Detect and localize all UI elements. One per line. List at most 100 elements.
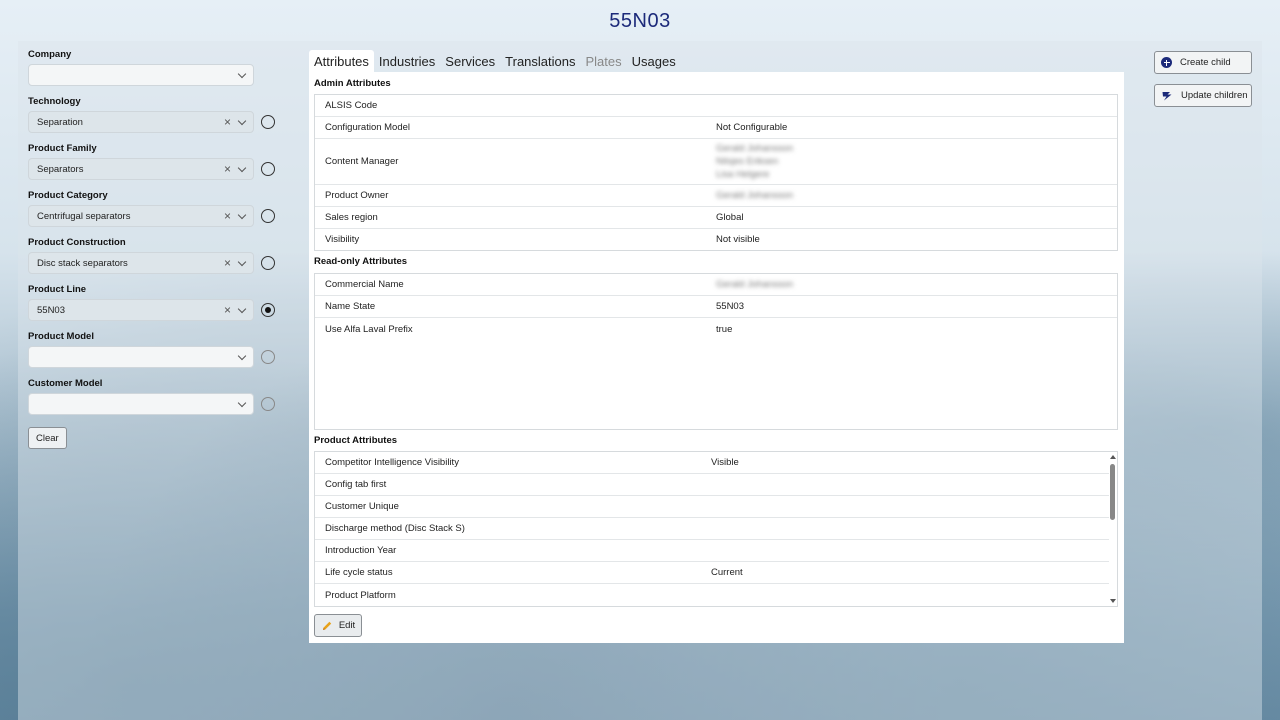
scroll-thumb[interactable] <box>1110 464 1115 520</box>
attribute-row: Introduction Year <box>315 540 1117 562</box>
product-family-select[interactable]: Separators × <box>28 158 254 180</box>
filter-row: Disc stack separators × <box>28 252 288 274</box>
filter-row: Separators × <box>28 158 288 180</box>
chevron-down-icon[interactable] <box>237 117 247 127</box>
chevron-down-icon[interactable] <box>237 399 247 409</box>
tab-usages[interactable]: Usages <box>627 50 681 72</box>
select-value: Separation <box>37 116 83 128</box>
filter-label: Customer Model <box>28 378 103 389</box>
filter-row: Separation × <box>28 111 288 133</box>
update-icon <box>1162 91 1172 100</box>
hierarchy-filters: Company Technology Separation × Product Fami… <box>28 48 288 424</box>
product-category-radio[interactable] <box>261 209 275 223</box>
redacted-text: Lisa Helgere <box>716 169 770 180</box>
product-category-select[interactable]: Centrifugal separators × <box>28 205 254 227</box>
edit-button-label: Edit <box>338 620 356 631</box>
attribute-value: Gerald Johansson Nilsjes Eriksen Lisa Helg… <box>716 142 1117 181</box>
update-children-button[interactable]: Update children <box>1154 84 1252 107</box>
technology-select[interactable]: Separation × <box>28 111 254 133</box>
select-value: Centrifugal separators <box>37 210 131 222</box>
attribute-key: Introduction Year <box>325 545 397 556</box>
attribute-value: Gerald Johansson <box>716 189 1117 202</box>
attribute-row: Name State 55N03 <box>315 296 1117 318</box>
attribute-key: Use Alfa Laval Prefix <box>325 323 413 335</box>
select-value: Disc stack separators <box>37 257 128 269</box>
chevron-down-icon[interactable] <box>237 164 247 174</box>
attribute-row: Use Alfa Laval Prefix true <box>315 318 1117 340</box>
attribute-row: Commercial Name Gerald Johansson <box>315 274 1117 296</box>
tab-services[interactable]: Services <box>440 50 500 72</box>
attribute-value: Not visible <box>716 234 760 245</box>
clear-x-icon[interactable]: × <box>224 209 231 223</box>
attribute-row: Competitor Intelligence Visibility Visibl… <box>315 452 1117 474</box>
technology-radio[interactable] <box>261 115 275 129</box>
attribute-row: Configuration Model Not Configurable <box>315 117 1117 139</box>
admin-attributes-title: Admin Attributes <box>314 78 391 89</box>
clear-x-icon[interactable]: × <box>224 115 231 129</box>
clear-x-icon[interactable]: × <box>224 162 231 176</box>
attribute-key: Content Manager <box>325 156 399 167</box>
chevron-down-icon[interactable] <box>237 211 247 221</box>
filter-row <box>28 64 288 86</box>
select-value: 55N03 <box>37 304 65 316</box>
filter-label: Product Family <box>28 143 97 154</box>
attribute-value: true <box>716 323 733 335</box>
update-children-label: Update children <box>1181 90 1248 101</box>
tab-industries[interactable]: Industries <box>374 50 440 72</box>
filter-product-model: Product Model <box>28 330 288 377</box>
filter-product-family: Product Family Separators × <box>28 142 288 189</box>
create-child-button[interactable]: Create child <box>1154 51 1252 74</box>
attribute-key: Visibility <box>325 234 360 245</box>
product-construction-radio[interactable] <box>261 256 275 270</box>
clear-x-icon[interactable]: × <box>224 256 231 270</box>
product-model-radio[interactable] <box>261 350 275 364</box>
attribute-value: 55N03 <box>716 301 744 312</box>
filter-product-line: Product Line 55N03 × <box>28 283 288 330</box>
chevron-down-icon[interactable] <box>237 258 247 268</box>
attribute-row: Config tab first <box>315 474 1117 496</box>
attribute-value: Current <box>711 567 743 578</box>
product-line-radio[interactable] <box>261 303 275 317</box>
product-attributes-scrollbar[interactable] <box>1109 452 1117 606</box>
attribute-key: Product Platform <box>325 589 396 601</box>
filter-label: Company <box>28 49 72 60</box>
clear-button[interactable]: Clear <box>28 427 67 449</box>
page-title: 55N03 <box>609 10 671 32</box>
attribute-key: Discharge method (Disc Stack S) <box>325 523 465 534</box>
chevron-down-icon[interactable] <box>237 352 247 362</box>
filter-label: Product Category <box>28 190 108 201</box>
filter-row: Centrifugal separators × <box>28 205 288 227</box>
scroll-down-arrow-icon[interactable] <box>1110 599 1116 603</box>
product-line-select[interactable]: 55N03 × <box>28 299 254 321</box>
admin-attributes-table: ALSIS Code Configuration Model Not Configu… <box>314 94 1118 251</box>
tab-attributes[interactable]: Attributes <box>309 50 374 72</box>
attribute-key: Life cycle status <box>325 567 393 578</box>
attribute-row: Life cycle status Current <box>315 562 1117 584</box>
attribute-key: Commercial Name <box>325 279 404 290</box>
attribute-row: Product Platform <box>315 584 1117 606</box>
customer-model-select[interactable] <box>28 393 254 415</box>
product-model-select[interactable] <box>28 346 254 368</box>
attribute-key: Product Owner <box>325 190 389 201</box>
attribute-key: Sales region <box>325 212 378 223</box>
company-select[interactable] <box>28 64 254 86</box>
scroll-up-arrow-icon[interactable] <box>1110 455 1116 459</box>
filter-company: Company <box>28 48 288 95</box>
tab-translations[interactable]: Translations <box>500 50 580 72</box>
filter-technology: Technology Separation × <box>28 95 288 142</box>
filter-customer-model: Customer Model <box>28 377 288 424</box>
chevron-down-icon[interactable] <box>237 305 247 315</box>
readonly-attributes-table: Commercial Name Gerald Johansson Name Stat… <box>314 273 1118 430</box>
attribute-key: ALSIS Code <box>325 100 378 111</box>
attribute-key: Name State <box>325 301 376 312</box>
product-family-radio[interactable] <box>261 162 275 176</box>
attribute-row: Visibility Not visible <box>315 229 1117 250</box>
attribute-row: Discharge method (Disc Stack S) <box>315 518 1117 540</box>
attribute-value: Gerald Johansson <box>716 278 1117 291</box>
clear-x-icon[interactable]: × <box>224 303 231 317</box>
customer-model-radio[interactable] <box>261 397 275 411</box>
filter-row <box>28 393 288 415</box>
edit-button[interactable]: Edit <box>314 614 362 637</box>
chevron-down-icon[interactable] <box>237 70 247 80</box>
product-construction-select[interactable]: Disc stack separators × <box>28 252 254 274</box>
